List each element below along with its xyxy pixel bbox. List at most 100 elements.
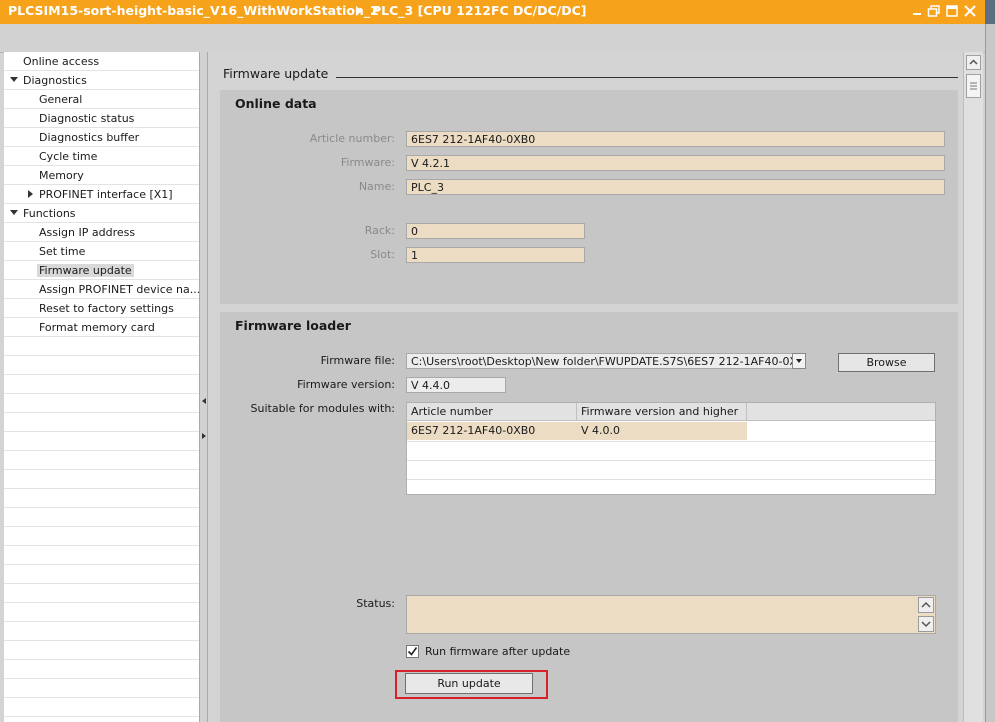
nav-item-label: Firmware update xyxy=(37,264,134,277)
section-title: Firmware update xyxy=(223,66,329,81)
nav-item-format-memory-card[interactable]: Format memory card xyxy=(4,318,199,337)
nav-item-label: Diagnostics buffer xyxy=(39,131,140,144)
status-label: Status: xyxy=(356,597,395,610)
nav-empty-row xyxy=(4,356,199,375)
firmware-file-label: Firmware file: xyxy=(320,354,395,367)
firmware-version-label: Firmware version: xyxy=(297,378,395,391)
rack-field: 0 xyxy=(406,223,585,239)
article-number-field: 6ES7 212-1AF40-0XB0 xyxy=(406,131,945,147)
adjacent-pane-edge xyxy=(985,0,995,722)
nav-empty-row xyxy=(4,489,199,508)
nav-item-general[interactable]: General xyxy=(4,90,199,109)
nav-group-functions[interactable]: Functions xyxy=(4,204,199,223)
collapse-left-icon[interactable] xyxy=(202,398,206,404)
nav-empty-row xyxy=(4,679,199,698)
nav-group-diagnostics[interactable]: Diagnostics xyxy=(4,71,199,90)
nav-item-label: Memory xyxy=(39,169,84,182)
firmware-loader-title: Firmware loader xyxy=(235,318,351,333)
nav-empty-row xyxy=(4,470,199,489)
table-row-divider xyxy=(407,479,935,480)
suitable-modules-label: Suitable for modules with: xyxy=(250,402,395,415)
nav-item-label: Diagnostics xyxy=(23,74,87,87)
firmware-label: Firmware: xyxy=(340,156,395,169)
nav-empty-row xyxy=(4,508,199,527)
nav-empty-row xyxy=(4,413,199,432)
function-navigation: Online access Diagnostics General Diagno… xyxy=(4,52,200,722)
vertical-scrollbar[interactable] xyxy=(963,52,983,722)
nav-item-firmware-update[interactable]: Firmware update xyxy=(4,261,199,280)
status-scroll-up-button[interactable] xyxy=(918,597,934,613)
firmware-field: V 4.2.1 xyxy=(406,155,945,171)
nav-item-label: Reset to factory settings xyxy=(39,302,174,315)
close-icon[interactable] xyxy=(963,4,977,18)
nav-empty-row xyxy=(4,394,199,413)
slot-label: Slot: xyxy=(370,248,395,261)
expand-right-icon[interactable] xyxy=(202,433,206,439)
firmware-file-combobox[interactable]: C:\Users\root\Desktop\New folder\FWUPDAT… xyxy=(406,353,793,369)
minimize-icon[interactable] xyxy=(911,4,925,18)
name-label: Name: xyxy=(358,180,395,193)
nav-item-label: Assign IP address xyxy=(39,226,136,239)
editor-toolbar xyxy=(0,24,985,53)
pane-splitter[interactable] xyxy=(199,52,208,722)
nav-empty-row xyxy=(4,546,199,565)
nav-item-memory[interactable]: Memory xyxy=(4,166,199,185)
nav-item-profinet-interface[interactable]: PROFINET interface [X1] xyxy=(4,185,199,204)
nav-item-label: PROFINET interface [X1] xyxy=(39,188,173,201)
run-after-update-checkbox[interactable] xyxy=(406,645,419,658)
nav-item-label: Diagnostic status xyxy=(39,112,135,125)
nav-item-online-access[interactable]: Online access xyxy=(4,52,199,71)
adjacent-pane-title-edge xyxy=(985,0,995,24)
table-cell-article-number: 6ES7 212-1AF40-0XB0 xyxy=(407,422,577,440)
status-scroll-down-button[interactable] xyxy=(918,616,934,632)
maximize-icon[interactable] xyxy=(945,4,959,18)
nav-item-label: Format memory card xyxy=(39,321,155,334)
nav-item-label: Cycle time xyxy=(39,150,98,163)
nav-empty-row xyxy=(4,660,199,679)
chevron-down-icon xyxy=(796,359,802,363)
nav-empty-row xyxy=(4,622,199,641)
expand-arrow-icon[interactable] xyxy=(10,77,18,82)
nav-empty-row xyxy=(4,584,199,603)
project-title: PLCSIM15-sort-height-basic_V16_WithWorkS… xyxy=(8,3,379,18)
firmware-loader-panel: Firmware loader xyxy=(220,312,958,722)
online-data-panel: Online data xyxy=(220,90,958,304)
name-field: PLC_3 xyxy=(406,179,945,195)
nav-item-label: Set time xyxy=(39,245,86,258)
expand-arrow-icon[interactable] xyxy=(10,210,18,215)
nav-empty-row xyxy=(4,451,199,470)
online-data-title: Online data xyxy=(235,96,317,111)
nav-empty-row xyxy=(4,698,199,717)
table-cell-firmware-version: V 4.0.0 xyxy=(577,422,747,440)
table-row-divider xyxy=(407,460,935,461)
table-header-article-number[interactable]: Article number xyxy=(407,403,577,421)
suitable-modules-table: Article number Firmware version and high… xyxy=(406,402,936,495)
nav-item-assign-profinet-device-name[interactable]: Assign PROFINET device na... xyxy=(4,280,200,299)
nav-item-cycle-time[interactable]: Cycle time xyxy=(4,147,199,166)
nav-item-set-time[interactable]: Set time xyxy=(4,242,199,261)
restore-icon[interactable] xyxy=(927,4,941,18)
table-header-empty xyxy=(747,403,935,421)
status-textarea[interactable] xyxy=(406,595,936,634)
browse-button[interactable]: Browse xyxy=(838,353,935,372)
nav-item-assign-ip-address[interactable]: Assign IP address xyxy=(4,223,199,242)
nav-item-diagnostic-status[interactable]: Diagnostic status xyxy=(4,109,199,128)
nav-empty-row xyxy=(4,432,199,451)
section-divider xyxy=(336,77,958,78)
nav-empty-row xyxy=(4,565,199,584)
nav-empty-row xyxy=(4,337,199,356)
checkmark-icon xyxy=(407,647,418,656)
scroll-thumb[interactable] xyxy=(966,74,981,98)
nav-item-label: Functions xyxy=(23,207,76,220)
breadcrumb-separator-icon xyxy=(356,6,362,16)
nav-item-diagnostics-buffer[interactable]: Diagnostics buffer xyxy=(4,128,199,147)
table-header-firmware-version[interactable]: Firmware version and higher xyxy=(577,403,747,421)
nav-item-reset-factory-settings[interactable]: Reset to factory settings xyxy=(4,299,199,318)
file-dropdown-button[interactable] xyxy=(792,353,806,369)
nav-item-label: Online access xyxy=(23,55,100,68)
run-update-button[interactable]: Run update xyxy=(405,673,533,694)
scroll-up-button[interactable] xyxy=(966,55,981,70)
collapsed-arrow-icon[interactable] xyxy=(28,190,33,198)
nav-empty-row xyxy=(4,375,199,394)
run-after-update-label[interactable]: Run firmware after update xyxy=(425,645,570,658)
